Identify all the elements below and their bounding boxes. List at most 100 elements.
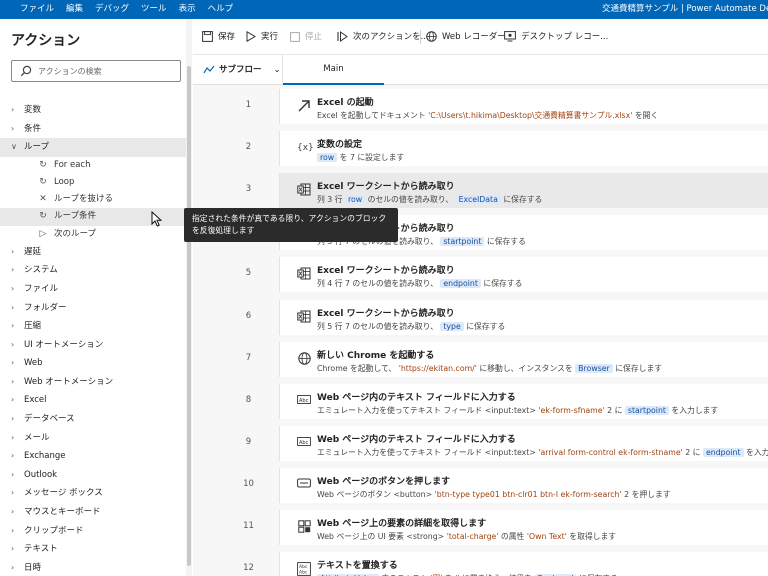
web-recorder-button[interactable]: Web レコーダー bbox=[426, 19, 506, 55]
loop-action-1[interactable]: ↻ Loop bbox=[0, 174, 186, 191]
action-card[interactable]: Abc Web ページ内のテキスト フィールドに入力する エミュレート入力を使ってテ… bbox=[279, 383, 768, 419]
category-bottom-2[interactable]: › ファイル bbox=[0, 280, 186, 299]
flow-step-8[interactable]: 8 Abc Web ページ内のテキスト フィールドに入力する エミュレート入力を使って… bbox=[193, 380, 768, 422]
flow-step-3[interactable]: 3 Excel ワークシートから読み取り列 3 行 row のセルの値を読み取り、… bbox=[193, 169, 768, 211]
stop-icon bbox=[290, 31, 300, 42]
variable-token[interactable]: endpoint bbox=[702, 447, 744, 457]
action-description: Excel を起動してドキュメント 'C:\Users\t.hikima\Des… bbox=[317, 110, 658, 121]
action-card[interactable]: Excel ワークシートから読み取り列 3 行 row のセルの値を読み取り、 … bbox=[279, 173, 768, 209]
run-label: 実行 bbox=[261, 32, 279, 42]
category-label: 変数 bbox=[24, 105, 42, 115]
category-bottom-4[interactable]: › 圧縮 bbox=[0, 317, 186, 336]
loop-action-4[interactable]: ▷ 次のループ bbox=[0, 226, 186, 243]
flow-step-5[interactable]: 5 Excel ワークシートから読み取り列 4 行 7 のセルの値を読み取り、 e… bbox=[193, 253, 768, 295]
category-bottom-11[interactable]: › Exchange bbox=[0, 447, 186, 466]
description-text: 列 4 行 7 のセルの値を読み取り、 bbox=[317, 279, 441, 289]
chevron-right-icon: › bbox=[11, 525, 15, 535]
category-loop[interactable]: ∨ ループ bbox=[0, 138, 186, 157]
sidebar-scrollbar-thumb[interactable] bbox=[187, 66, 191, 566]
category-bottom-6[interactable]: › Web bbox=[0, 354, 186, 373]
description-text: 2 に bbox=[604, 405, 625, 415]
flow-step-1[interactable]: 1 Excel の起動 Excel を起動してドキュメント 'C:\Users\t.… bbox=[193, 85, 768, 127]
flow-step-7[interactable]: 7 新しい Chrome を起動する Chrome を起動して、 'https://… bbox=[193, 338, 768, 380]
action-card[interactable]: {x} 変数の設定 row を 7 に設定します bbox=[279, 131, 768, 167]
loop-action-0[interactable]: ↻ For each bbox=[0, 157, 186, 174]
loop-action-2[interactable]: ✕ ループを抜ける bbox=[0, 191, 186, 208]
category-bottom-0[interactable]: › 遅延 bbox=[0, 243, 186, 262]
string-literal: 'total-charge' bbox=[446, 532, 499, 541]
save-button[interactable]: 保存 bbox=[202, 19, 235, 55]
flow-step-9[interactable]: 9 Abc Web ページ内のテキスト フィールドに入力する エミュレート入力を使って… bbox=[193, 422, 768, 464]
category-bottom-8[interactable]: › Excel bbox=[0, 391, 186, 410]
variable-token[interactable]: row bbox=[317, 153, 338, 163]
flow-step-11[interactable]: 11 Web ページ上の要素の詳細を取得します Web ページ上の UI 要素 <s… bbox=[193, 506, 768, 548]
run-button[interactable]: 実行 bbox=[246, 19, 278, 55]
chevron-right-icon: › bbox=[11, 339, 15, 349]
description-text: に保存する bbox=[463, 321, 506, 331]
category-bottom-16[interactable]: › テキスト bbox=[0, 540, 186, 559]
subflow-dropdown[interactable]: サブフロー ⌄ bbox=[203, 55, 281, 85]
category-bottom-3[interactable]: › フォルダー bbox=[0, 299, 186, 318]
action-card[interactable]: Excel の起動 Excel を起動してドキュメント 'C:\Users\t.h… bbox=[279, 89, 768, 124]
variable-token[interactable]: endpoint bbox=[440, 279, 481, 289]
action-title: Excel の起動 bbox=[317, 98, 374, 108]
flow-step-10[interactable]: 10 Web ページのボタンを押します Web ページのボタン <button> '… bbox=[193, 464, 768, 506]
menu-debug[interactable]: デバッグ bbox=[89, 0, 135, 19]
category-bottom-5[interactable]: › UI オートメーション bbox=[0, 336, 186, 355]
menu-tools[interactable]: ツール bbox=[135, 0, 173, 19]
category-label: Web bbox=[24, 358, 43, 369]
tab-main[interactable]: Main bbox=[283, 55, 384, 85]
flow-step-12[interactable]: 12AbcAbcテキストを置換するAttributeValue 内のテキスト '… bbox=[193, 548, 768, 576]
description-text: 2 を押します bbox=[621, 489, 671, 499]
category-bottom-10[interactable]: › メール bbox=[0, 429, 186, 448]
search-input[interactable]: アクションの検索 bbox=[38, 66, 102, 77]
menu-view[interactable]: 表示 bbox=[173, 0, 202, 19]
arrow-up-right-icon bbox=[297, 99, 311, 113]
desktop-recorder-button[interactable]: デスクトップ レコー... bbox=[504, 19, 608, 55]
category-bottom-1[interactable]: › システム bbox=[0, 261, 186, 280]
action-title: Excel ワークシートから読み取り bbox=[317, 266, 455, 277]
variable-token[interactable]: startpoint bbox=[440, 237, 485, 247]
variable-token[interactable]: type bbox=[440, 321, 464, 331]
next-action-button[interactable]: 次のアクションを... bbox=[337, 19, 429, 55]
description-text: エミュレート入力を使ってテキスト フィールド <input:text> bbox=[317, 405, 539, 415]
action-card[interactable]: Excel ワークシートから読み取り列 4 行 7 のセルの値を読み取り、 en… bbox=[279, 257, 768, 293]
chevron-down-icon: ⌄ bbox=[273, 65, 281, 75]
variable-token[interactable]: row bbox=[345, 195, 366, 205]
category-top-1[interactable]: › 条件 bbox=[0, 120, 186, 139]
stop-button[interactable]: 停止 bbox=[290, 19, 322, 55]
category-bottom-12[interactable]: › Outlook bbox=[0, 466, 186, 485]
description-text: に移動し、インスタンスを bbox=[476, 363, 576, 373]
description-text: 列 3 行 bbox=[317, 195, 345, 205]
menu-file[interactable]: ファイル bbox=[14, 0, 60, 19]
category-label: ループ bbox=[24, 142, 49, 153]
menu-help[interactable]: ヘルプ bbox=[202, 0, 240, 19]
category-bottom-14[interactable]: › マウスとキーボード bbox=[0, 503, 186, 522]
flow-step-6[interactable]: 6 Excel ワークシートから読み取り列 5 行 7 のセルの値を読み取り、 t… bbox=[193, 296, 768, 338]
svg-text:Abc: Abc bbox=[299, 440, 309, 446]
menu-edit[interactable]: 編集 bbox=[60, 0, 89, 19]
action-card[interactable]: Web ページ上の要素の詳細を取得します Web ページ上の UI 要素 <str… bbox=[279, 510, 768, 545]
action-card[interactable]: AbcAbcテキストを置換するAttributeValue 内のテキスト '円'… bbox=[279, 552, 768, 576]
flow-step-2[interactable]: 2 {x} 変数の設定 row を 7 に設定します bbox=[193, 127, 768, 169]
close-icon: ✕ bbox=[39, 194, 47, 205]
action-card[interactable]: Abc Web ページ内のテキスト フィールドに入力する エミュレート入力を使ってテ… bbox=[279, 425, 768, 461]
category-bottom-15[interactable]: › クリップボード bbox=[0, 522, 186, 541]
category-bottom-13[interactable]: › メッセージ ボックス bbox=[0, 484, 186, 503]
action-card[interactable]: Excel ワークシートから読み取り列 5 行 7 のセルの値を読み取り、 ty… bbox=[279, 299, 768, 335]
search-box[interactable]: アクションの検索 bbox=[11, 60, 181, 82]
category-bottom-9[interactable]: › データベース bbox=[0, 410, 186, 429]
action-card[interactable]: Web ページのボタンを押します Web ページのボタン <button> 'bt… bbox=[279, 467, 768, 503]
action-card[interactable]: 新しい Chrome を起動する Chrome を起動して、 'https://e… bbox=[279, 341, 768, 377]
variable-token[interactable]: startpoint bbox=[624, 405, 669, 415]
variable-token[interactable]: Browser bbox=[575, 363, 613, 373]
category-bottom-7[interactable]: › Web オートメーション bbox=[0, 373, 186, 392]
textfield-icon: Abc bbox=[297, 394, 311, 408]
description-text: 列 5 行 7 のセルの値を読み取り、 bbox=[317, 321, 441, 331]
category-top-0[interactable]: › 変数 bbox=[0, 101, 186, 120]
subflow-label: サブフロー bbox=[219, 65, 262, 75]
description-text: に保存する bbox=[484, 237, 526, 247]
category-bottom-17[interactable]: › 日時 bbox=[0, 559, 186, 576]
category-label: メール bbox=[24, 432, 50, 443]
variable-token[interactable]: ExcelData bbox=[455, 195, 501, 205]
